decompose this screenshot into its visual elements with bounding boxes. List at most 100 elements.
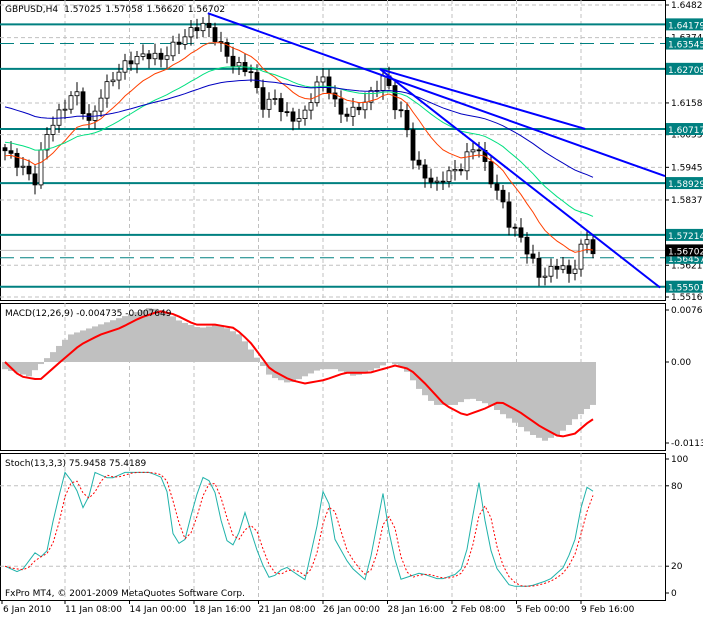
candle-body: [542, 275, 548, 278]
copyright: FxPro MT4, © 2001-2009 MetaQuotes Softwa…: [5, 589, 245, 599]
candle-body: [536, 257, 542, 278]
time-label: 26 Jan 00:00: [323, 605, 380, 615]
candle-body: [74, 91, 80, 97]
macd-bar: [368, 362, 374, 371]
trendline[interactable]: [379, 68, 661, 289]
candle-body: [428, 177, 434, 183]
candle-body: [506, 201, 512, 228]
macd-title: MACD(12,26,9) -0.004735 -0.007649: [5, 309, 172, 319]
candle-body: [584, 239, 590, 245]
macd-bar: [428, 362, 434, 401]
candle-body: [194, 27, 200, 32]
candle-body: [296, 118, 302, 122]
macd-bar: [194, 327, 200, 362]
macd-bar: [380, 362, 386, 366]
candle-body: [410, 129, 416, 161]
macd-bar: [164, 312, 170, 362]
candle-body: [548, 265, 554, 277]
macd-bar: [80, 330, 86, 362]
macd-tick-label: 0.00: [671, 358, 691, 368]
macd-bar: [278, 362, 284, 381]
macd-bar: [488, 362, 494, 406]
candle-body: [122, 60, 128, 73]
macd-bar: [386, 362, 392, 363]
candle-body: [8, 150, 14, 154]
macd-bar: [512, 362, 518, 423]
macd-bar: [206, 326, 212, 362]
time-label: 18 Jan 16:00: [194, 605, 251, 615]
candle-body: [590, 239, 596, 255]
macd-bar: [56, 345, 62, 362]
level-label: 1.64179: [668, 21, 703, 31]
macd-bar: [32, 362, 38, 371]
candle-body: [560, 265, 566, 270]
price-tick-label: 1.58370: [671, 196, 703, 206]
time-label: 14 Jan 00:00: [130, 605, 187, 615]
panel-frame: [0, 0, 666, 301]
level-label: 1.62708: [668, 66, 703, 76]
candle-body: [266, 98, 272, 110]
candle-body: [44, 134, 50, 151]
candle-body: [344, 113, 350, 117]
moving-averages: [4, 42, 594, 253]
candle-body: [200, 22, 206, 32]
macd-bar: [212, 325, 218, 362]
macd-bar: [236, 334, 242, 362]
macd-bar: [188, 324, 194, 362]
macd-bar: [518, 362, 524, 428]
macd-bar: [560, 362, 566, 431]
candle-body: [86, 113, 92, 121]
macd-bar: [440, 362, 446, 405]
candle-body: [524, 236, 530, 255]
candle-body: [134, 55, 140, 65]
macd-bar: [578, 362, 584, 415]
macd-bar: [476, 362, 482, 402]
candle-body: [164, 55, 170, 60]
candle-body: [68, 95, 74, 110]
candle-body: [434, 180, 440, 183]
symbol-title: GBPUSD,H4 1.57025 1.57058 1.56620 1.56702: [5, 5, 225, 15]
level-label: 1.57214: [668, 232, 703, 242]
trendlines[interactable]: [207, 12, 666, 289]
candle-body: [284, 111, 290, 114]
macd-bar: [242, 341, 248, 362]
macd-bar: [50, 352, 56, 362]
candle-body: [230, 55, 236, 67]
time-label: 21 Jan 08:00: [259, 605, 316, 615]
macd-bar: [554, 362, 560, 435]
candle-body: [314, 81, 320, 104]
time-label: 6 Jan 2010: [3, 605, 51, 615]
candle-body: [116, 71, 122, 81]
candle-body: [320, 76, 326, 83]
macd-bar: [584, 362, 590, 410]
candle-body: [278, 98, 284, 113]
macd-bar: [110, 320, 116, 362]
candle-body: [566, 265, 572, 274]
candle-body: [392, 85, 398, 111]
macd-bar: [506, 362, 512, 419]
macd-bar: [452, 362, 458, 405]
macd-bar: [92, 326, 98, 362]
horizontal-levels[interactable]: [0, 23, 665, 288]
candle-body: [362, 101, 368, 111]
candle-body: [146, 53, 152, 60]
chart-canvas[interactable]: 6 Jan 2010 11 Jan 08:00 14 Jan 00:00 18 Jan…: [0, 0, 703, 617]
candle-body: [80, 91, 86, 115]
candle-body: [188, 27, 194, 38]
candle-body: [470, 149, 476, 153]
level-label: 1.55501: [668, 284, 703, 294]
candle-body: [302, 109, 308, 119]
macd-bar: [248, 349, 254, 362]
candle-body: [38, 149, 44, 186]
macd-bar: [572, 362, 578, 420]
macd-bar: [20, 362, 26, 375]
mt4-chart-window[interactable]: 6 Jan 2010 11 Jan 08:00 14 Jan 00:00 18 Jan…: [0, 0, 703, 617]
candle-body: [356, 106, 362, 111]
price-tick-label: 1.59450: [671, 163, 703, 173]
candle-body: [530, 253, 536, 259]
macd-bar: [446, 362, 452, 405]
candle-body: [572, 268, 578, 274]
candle-body: [512, 226, 518, 229]
candle-body: [50, 124, 56, 135]
time-label: 28 Jan 16:00: [388, 605, 445, 615]
